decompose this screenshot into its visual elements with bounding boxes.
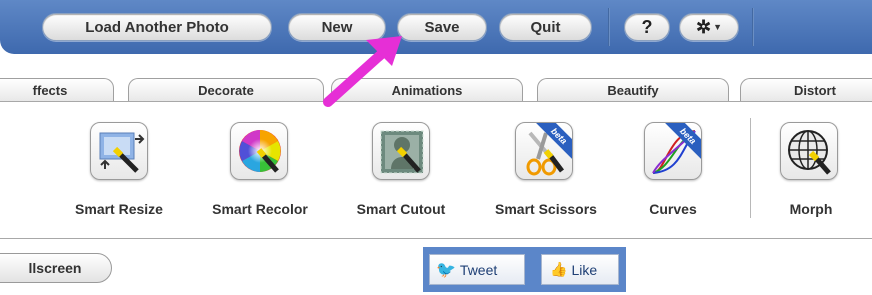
tweet-button[interactable]: 🐦 Tweet — [429, 254, 525, 285]
tweet-label: Tweet — [459, 261, 498, 278]
smart-cutout-label: Smart Cutout — [356, 201, 446, 217]
like-label: Like — [571, 261, 598, 278]
smart-resize-label: Smart Resize — [75, 201, 163, 217]
morph-tool[interactable] — [780, 122, 838, 180]
like-button[interactable]: 👍 Like — [541, 254, 619, 285]
smart-scissors-tool[interactable]: beta — [515, 122, 573, 180]
fullscreen-button[interactable]: llscreen — [0, 253, 112, 283]
fullscreen-label: llscreen — [28, 260, 82, 276]
color-wheel-icon — [239, 130, 281, 173]
smart-recolor-tool[interactable] — [230, 122, 288, 180]
social-share-bar: 🐦 Tweet 👍 Like — [423, 247, 626, 292]
tool-divider — [750, 118, 751, 218]
morph-label: Morph — [789, 201, 833, 217]
curves-label: Curves — [649, 201, 697, 217]
smart-resize-icon — [99, 132, 145, 173]
curves-tool[interactable]: beta — [644, 122, 702, 180]
section-divider — [0, 238, 872, 239]
smart-scissors-label: Smart Scissors — [495, 201, 597, 217]
smart-cutout-tool[interactable] — [372, 122, 430, 180]
smart-resize-tool[interactable] — [90, 122, 148, 180]
thumbs-up-icon: 👍 — [550, 261, 568, 277]
cutout-icon — [380, 130, 424, 174]
morph-globe-icon — [788, 130, 831, 175]
smart-recolor-label: Smart Recolor — [212, 201, 308, 217]
twitter-bird-icon: 🐦 — [436, 261, 456, 279]
